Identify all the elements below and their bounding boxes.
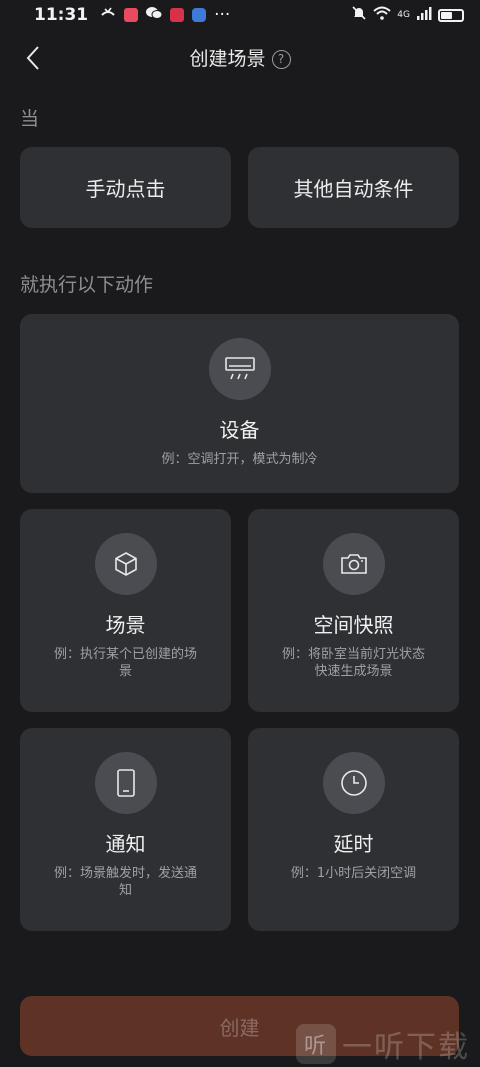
mute-icon — [351, 5, 367, 26]
trigger-label: 其他自动条件 — [293, 177, 414, 201]
page-title-text: 创建场景 — [189, 48, 266, 70]
action-title: 延时 — [333, 832, 374, 856]
when-label: 当 — [20, 108, 40, 130]
battery-icon — [438, 8, 464, 22]
cube-icon — [94, 533, 157, 595]
wechat-icon — [146, 5, 163, 25]
action-description: 例：将卧室当前灯光状态快速生成场景 — [281, 647, 425, 679]
watermark: 听 一听下载 — [296, 1022, 470, 1066]
action-description: 例：场景触发时，发送通知 — [53, 866, 197, 898]
missed-call-icon — [100, 5, 116, 25]
signal-icon — [416, 5, 432, 25]
phone-icon — [94, 752, 157, 814]
app-notification-icon — [124, 8, 139, 22]
trigger-auto-condition-button[interactable]: 其他自动条件 — [248, 147, 459, 228]
status-time: 11:31 — [34, 5, 89, 25]
action-notification-card[interactable]: 通知 例：场景触发时，发送通知 — [20, 728, 231, 931]
action-title: 通知 — [105, 832, 146, 856]
help-icon[interactable]: ? — [271, 50, 291, 69]
wifi-icon — [373, 5, 391, 25]
action-description: 例：空调打开，模式为制冷 — [161, 452, 318, 467]
clock-icon — [322, 752, 385, 814]
status-bar: 11:31 ··· 4G — [0, 0, 480, 30]
action-description: 例：1小时后关闭空调 — [290, 866, 417, 881]
shop-app-icon — [170, 8, 185, 22]
trigger-label: 手动点击 — [85, 177, 166, 201]
network-type: 4G — [397, 10, 410, 20]
trigger-manual-click-button[interactable]: 手动点击 — [20, 147, 231, 228]
nav-bar: 创建场景? — [0, 34, 480, 82]
action-snapshot-card[interactable]: 空间快照 例：将卧室当前灯光状态快速生成场景 — [248, 509, 459, 712]
action-description: 例：执行某个已创建的场景 — [53, 647, 197, 679]
actions-label: 就执行以下动作 — [20, 274, 154, 296]
watermark-logo: 听 — [296, 1024, 336, 1064]
action-title: 设备 — [219, 418, 260, 442]
action-device-card[interactable]: 设备 例：空调打开，模式为制冷 — [20, 314, 459, 493]
page-title: 创建场景? — [0, 44, 480, 71]
action-title: 场景 — [105, 613, 146, 637]
browser-app-icon — [192, 8, 207, 22]
watermark-text: 一听下载 — [342, 1030, 470, 1065]
action-scene-card[interactable]: 场景 例：执行某个已创建的场景 — [20, 509, 231, 712]
more-notifications: ··· — [214, 5, 231, 25]
action-title: 空间快照 — [313, 613, 394, 637]
action-delay-card[interactable]: 延时 例：1小时后关闭空调 — [248, 728, 459, 931]
camera-icon — [322, 533, 385, 595]
air-conditioner-icon — [208, 338, 271, 400]
